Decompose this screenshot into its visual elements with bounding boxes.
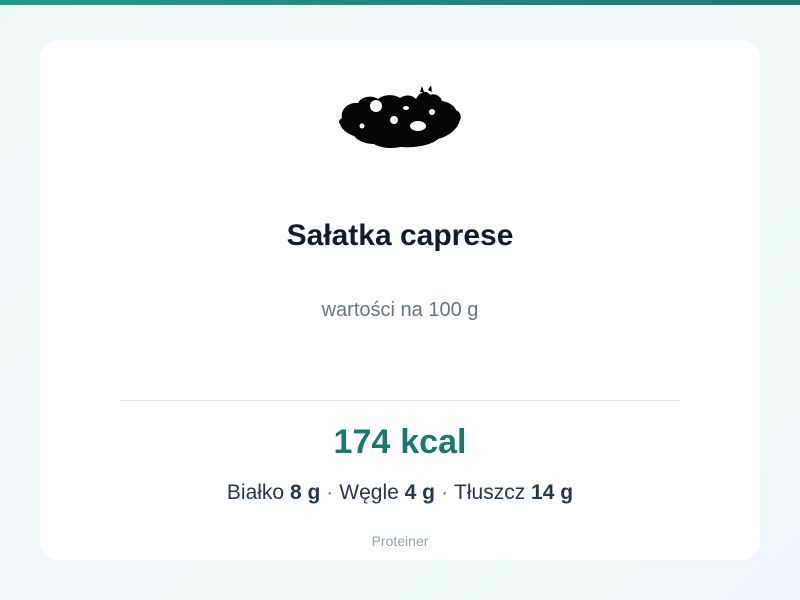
fat-value: 14 g — [531, 481, 574, 504]
kcal-number: 174 — [333, 423, 391, 461]
calories-value: 174 kcal — [40, 420, 760, 464]
divider — [120, 400, 680, 401]
product-name: Sałatka caprese — [286, 219, 514, 252]
macro-separator: · — [441, 481, 449, 504]
macro-separator: · — [326, 481, 334, 504]
kcal-unit: kcal — [400, 423, 467, 461]
carbs-label: Węgle — [339, 481, 399, 504]
macros-line: Białko 8 g · Węgle 4 g · Tłuszcz 14 g — [40, 479, 760, 507]
protein-label: Białko — [226, 481, 285, 504]
fat-label: Tłuszcz — [454, 481, 526, 504]
food-image — [338, 86, 461, 148]
top-accent-bar — [0, 0, 800, 5]
carbs-value: 4 g — [404, 481, 436, 504]
brand-footer: Proteiner — [371, 533, 429, 549]
protein-value: 8 g — [289, 481, 321, 504]
nutrition-card: Sałatka caprese wartości na 100 g 174 kca… — [40, 40, 760, 560]
per-100g-label: wartości na 100 g — [321, 299, 479, 321]
